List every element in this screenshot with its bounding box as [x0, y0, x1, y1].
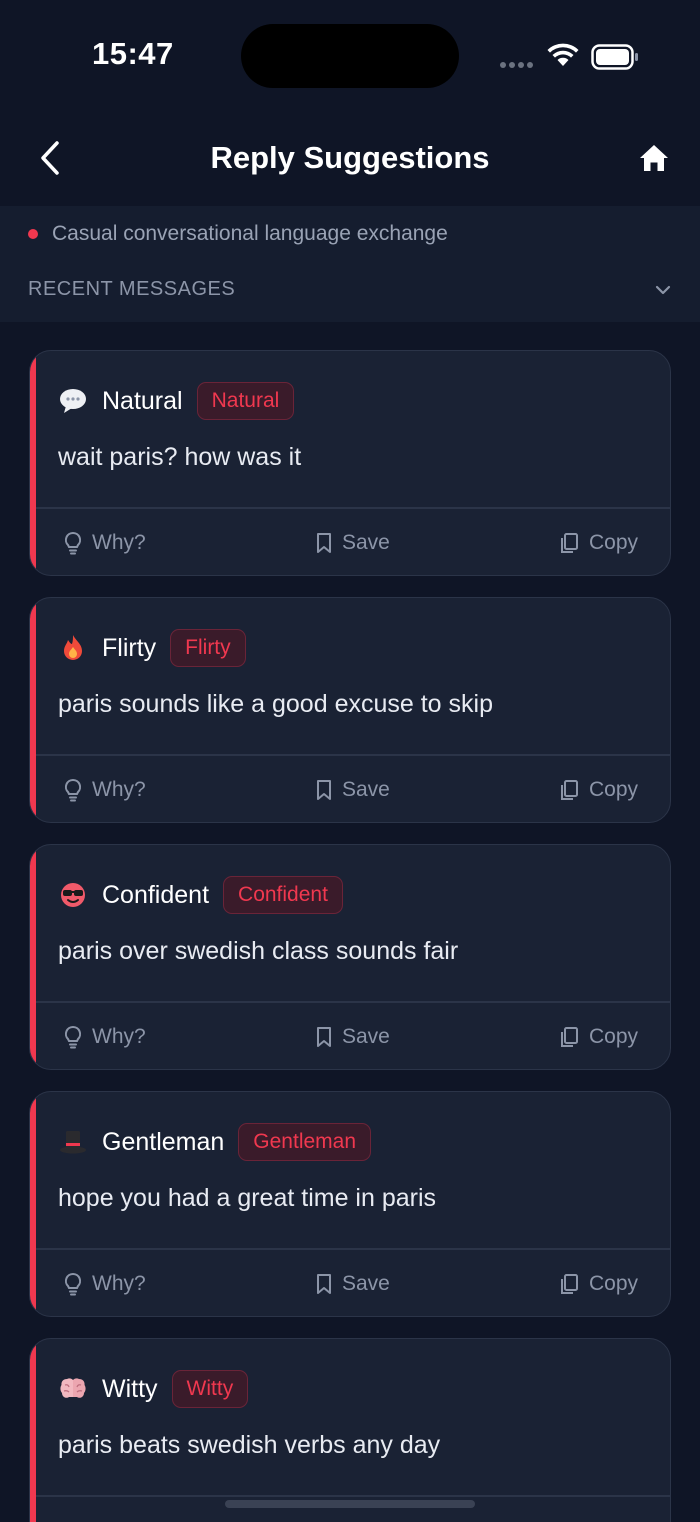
- why-label: Why?: [92, 1025, 146, 1048]
- copy-button[interactable]: Copy: [559, 1272, 638, 1296]
- why-button[interactable]: Why?: [64, 531, 146, 555]
- card-actions: Why? Save Copy: [36, 756, 670, 822]
- speech-bubble-icon: [58, 386, 88, 416]
- wifi-icon: [547, 43, 579, 66]
- style-badge: Flirty: [170, 629, 246, 667]
- suggestion-style: Natural: [102, 386, 183, 415]
- save-button[interactable]: Save: [316, 778, 390, 802]
- status-time: 15:47: [92, 36, 174, 71]
- copy-button[interactable]: Copy: [559, 1025, 638, 1049]
- copy-icon: [560, 780, 578, 800]
- suggestion-list: Natural Natural wait paris? how was it W…: [29, 350, 671, 1522]
- context-panel: Casual conversational language exchange …: [0, 206, 700, 322]
- style-badge: Confident: [223, 876, 343, 914]
- suggestion-style: Flirty: [102, 633, 157, 662]
- card-header: Confident Confident: [58, 875, 343, 915]
- why-label: Why?: [92, 1272, 146, 1295]
- lightbulb-icon: [64, 1025, 82, 1049]
- suggestion-card: Flirty Flirty paris sounds like a good e…: [29, 597, 671, 823]
- suggestion-style: Gentleman: [102, 1127, 225, 1156]
- suggestion-card: Confident Confident paris over swedish c…: [29, 844, 671, 1070]
- suggestion-card: Natural Natural wait paris? how was it W…: [29, 350, 671, 576]
- sunglasses-face-icon: [58, 880, 88, 910]
- style-badge: Gentleman: [238, 1123, 372, 1161]
- context-status-dot: [28, 229, 38, 239]
- save-button[interactable]: Save: [316, 531, 390, 555]
- save-button[interactable]: Save: [316, 1025, 390, 1049]
- brain-icon: [58, 1374, 88, 1404]
- suggestion-text[interactable]: paris beats swedish verbs any day: [58, 1431, 440, 1460]
- copy-icon: [560, 1274, 578, 1294]
- suggestion-style: Confident: [102, 880, 210, 909]
- style-badge: Natural: [196, 382, 295, 420]
- app-header: Reply Suggestions: [0, 110, 700, 206]
- suggestion-text[interactable]: paris sounds like a good excuse to skip: [58, 690, 493, 719]
- battery-icon: [591, 44, 638, 70]
- suggestion-style: Witty: [102, 1374, 158, 1403]
- bookmark-icon: [317, 533, 331, 553]
- copy-icon: [560, 1027, 578, 1047]
- card-header: Natural Natural: [58, 381, 295, 421]
- home-button[interactable]: [634, 138, 674, 178]
- bookmark-icon: [317, 1274, 331, 1294]
- copy-label: Copy: [588, 778, 638, 801]
- lightbulb-icon: [64, 531, 82, 555]
- why-button[interactable]: Why?: [64, 1272, 146, 1296]
- copy-label: Copy: [588, 531, 638, 554]
- fire-icon: [58, 633, 88, 663]
- home-icon: [640, 145, 668, 171]
- card-header: Witty Witty: [58, 1369, 249, 1409]
- page-title: Reply Suggestions: [210, 140, 490, 175]
- why-button[interactable]: Why?: [64, 1025, 146, 1049]
- card-header: Flirty Flirty: [58, 628, 246, 668]
- why-button[interactable]: Why?: [64, 778, 146, 802]
- copy-label: Copy: [588, 1025, 638, 1048]
- card-header: Gentleman Gentleman: [58, 1122, 372, 1162]
- lightbulb-icon: [64, 778, 82, 802]
- why-label: Why?: [92, 531, 146, 554]
- dynamic-island: [241, 24, 459, 88]
- suggestion-card: Gentleman Gentleman hope you had a great…: [29, 1091, 671, 1317]
- suggestion-text[interactable]: hope you had a great time in paris: [58, 1184, 436, 1213]
- save-button[interactable]: Save: [316, 1272, 390, 1296]
- save-label: Save: [342, 1272, 390, 1295]
- suggestion-card: Witty Witty paris beats swedish verbs an…: [29, 1338, 671, 1522]
- card-actions: Why? Save Copy: [36, 1250, 670, 1316]
- save-label: Save: [342, 531, 390, 554]
- home-indicator[interactable]: [225, 1500, 475, 1508]
- screen: 15:47 Reply Suggestions Casual conversat…: [0, 0, 700, 1522]
- lightbulb-icon: [64, 1272, 82, 1296]
- recent-messages-toggle[interactable]: RECENT MESSAGES: [28, 278, 672, 301]
- chevron-down-icon: [655, 285, 671, 294]
- context-description: Casual conversational language exchange: [52, 222, 448, 245]
- card-actions: Why? Save Copy: [36, 1003, 670, 1069]
- context-row: Casual conversational language exchange: [28, 222, 448, 246]
- why-label: Why?: [92, 778, 146, 801]
- top-hat-icon: [58, 1127, 88, 1157]
- style-badge: Witty: [171, 1370, 249, 1408]
- copy-button[interactable]: Copy: [559, 778, 638, 802]
- bookmark-icon: [317, 780, 331, 800]
- bookmark-icon: [317, 1027, 331, 1047]
- copy-button[interactable]: Copy: [559, 531, 638, 555]
- cellular-signal-icon: [500, 62, 533, 68]
- card-actions: Why? Save Copy: [36, 509, 670, 575]
- save-label: Save: [342, 1025, 390, 1048]
- copy-icon: [560, 533, 578, 553]
- status-bar: 15:47: [0, 0, 700, 110]
- copy-label: Copy: [588, 1272, 638, 1295]
- save-label: Save: [342, 778, 390, 801]
- recent-messages-label: RECENT MESSAGES: [28, 278, 236, 300]
- card-divider: [36, 1495, 670, 1497]
- suggestion-text[interactable]: paris over swedish class sounds fair: [58, 937, 458, 966]
- suggestion-text[interactable]: wait paris? how was it: [58, 443, 301, 472]
